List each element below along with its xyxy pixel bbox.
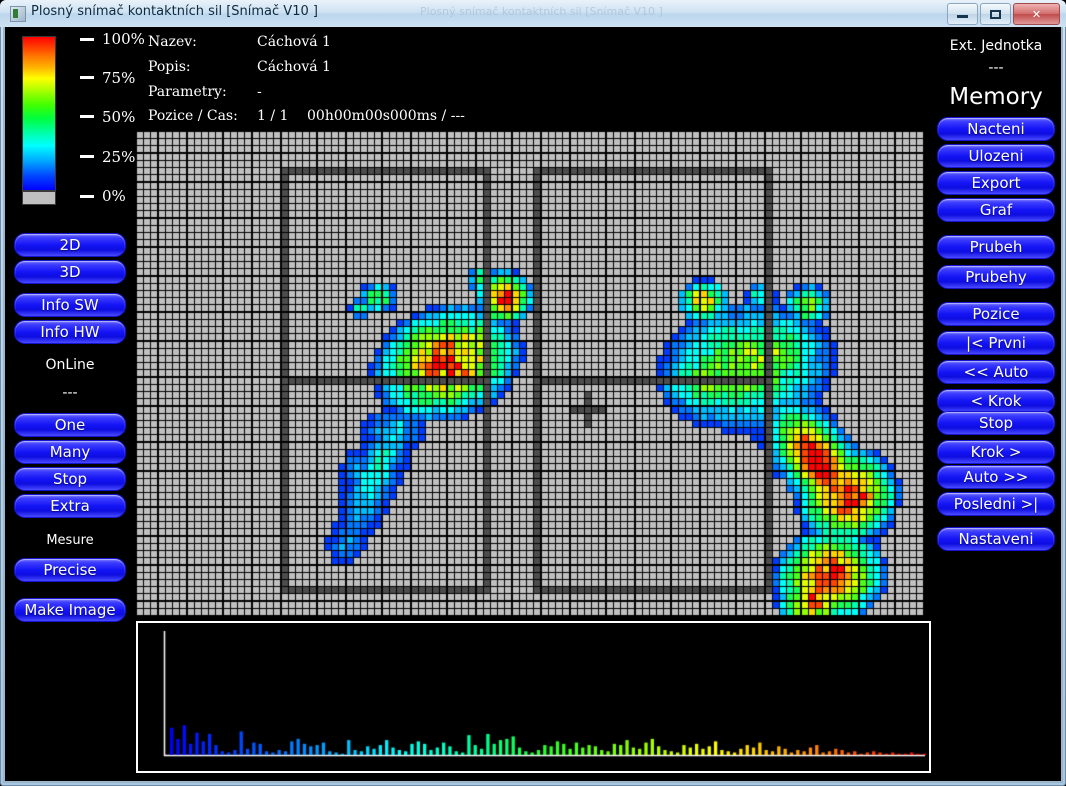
minimize-button[interactable] xyxy=(947,3,978,25)
course-multi-button[interactable]: Prubehy xyxy=(937,265,1055,289)
scale-label-100: 100% xyxy=(102,30,145,48)
course-single-button[interactable]: Prubeh xyxy=(937,235,1055,259)
memory-graph-button[interactable]: Graf xyxy=(937,198,1055,222)
scale-label-75: 75% xyxy=(102,69,136,87)
scale-label-0: 0% xyxy=(102,187,126,205)
nav-stop-button[interactable]: Stop xyxy=(937,411,1055,435)
maximize-button[interactable] xyxy=(980,3,1011,25)
window-title: Plosný snímač kontaktních sil [Snímač V1… xyxy=(31,4,318,19)
nav-auto-fwd-button[interactable]: Auto >> xyxy=(937,465,1055,489)
scale-tick-0 xyxy=(80,195,94,198)
online-label: OnLine xyxy=(45,357,95,373)
capture-stop-button[interactable]: Stop xyxy=(14,467,126,491)
histogram-chart[interactable] xyxy=(138,623,929,771)
capture-one-button[interactable]: One xyxy=(14,413,126,437)
position-value: 1 / 1 xyxy=(257,108,289,124)
scale-tick-50 xyxy=(80,115,94,118)
scale-label-25: 25% xyxy=(102,148,136,166)
mesure-label: Mesure xyxy=(46,533,94,548)
ext-unit-label: Ext. Jednotka xyxy=(949,38,1043,54)
ext-unit-value: --- xyxy=(988,60,1004,76)
scale-tick-100 xyxy=(80,38,94,41)
position-time-label: Pozice / Cas: xyxy=(148,108,238,124)
scale-tick-25 xyxy=(80,155,94,158)
make-image-button[interactable]: Make Image xyxy=(14,598,126,622)
memory-load-button[interactable]: Nacteni xyxy=(937,117,1055,141)
info-sw-button[interactable]: Info SW xyxy=(14,293,126,317)
online-value: --- xyxy=(62,385,78,401)
nav-position-button[interactable]: Pozice xyxy=(937,302,1055,326)
memory-export-button[interactable]: Export xyxy=(937,171,1055,195)
minimize-icon xyxy=(957,15,968,18)
close-button[interactable]: ✕ xyxy=(1013,3,1060,25)
description-value: Cáchová 1 xyxy=(257,59,331,75)
memory-heading: Memory xyxy=(949,84,1043,110)
color-scale-gradient xyxy=(22,36,56,191)
capture-extra-button[interactable]: Extra xyxy=(14,494,126,518)
nav-auto-back-button[interactable]: << Auto xyxy=(937,360,1055,384)
application-window: Plosný snímač kontaktních sil [Snímač V1… xyxy=(0,0,1066,786)
capture-many-button[interactable]: Many xyxy=(14,440,126,464)
time-value: 00h00m00s000ms / --- xyxy=(307,108,465,124)
nav-first-button[interactable]: |< Prvni xyxy=(937,331,1055,355)
name-value: Cáchová 1 xyxy=(257,34,331,50)
nav-step-back-button[interactable]: < Krok xyxy=(937,389,1055,413)
nav-step-fwd-button[interactable]: Krok > xyxy=(937,440,1055,464)
settings-button[interactable]: Nastaveni xyxy=(937,527,1055,551)
scale-label-50: 50% xyxy=(102,108,136,126)
title-bar[interactable]: Plosný snímač kontaktních sil [Snímač V1… xyxy=(0,0,1066,27)
pressure-map-border xyxy=(135,130,931,619)
window-controls: ✕ xyxy=(947,3,1060,25)
precise-button[interactable]: Precise xyxy=(14,558,126,582)
window-title-ghost: Plosný snímač kontaktních sil [Snímač V1… xyxy=(420,5,663,18)
view-2d-button[interactable]: 2D xyxy=(14,233,126,257)
view-3d-button[interactable]: 3D xyxy=(14,260,126,284)
description-label: Popis: xyxy=(148,59,191,75)
color-scale-zero-swatch xyxy=(22,191,56,205)
info-hw-button[interactable]: Info HW xyxy=(14,320,126,344)
app-icon xyxy=(10,6,26,22)
name-label: Nazev: xyxy=(148,34,197,50)
color-scale: 100% 75% 50% 25% 0% xyxy=(22,30,145,208)
memory-save-button[interactable]: Ulozeni xyxy=(937,144,1055,168)
parameters-label: Parametry: xyxy=(148,84,227,100)
scale-tick-75 xyxy=(80,76,94,79)
parameters-value: - xyxy=(257,84,262,100)
maximize-icon xyxy=(990,9,1001,19)
nav-last-button[interactable]: Posledni >| xyxy=(937,492,1055,516)
